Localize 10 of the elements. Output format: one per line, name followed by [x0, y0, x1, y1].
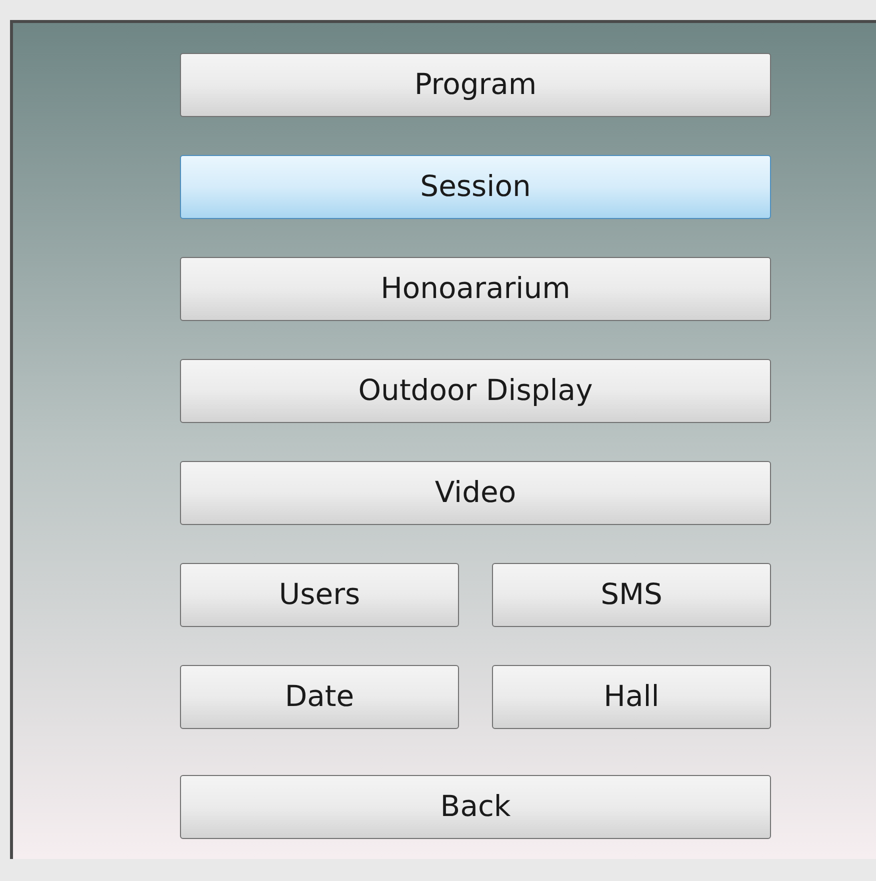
menu-button[interactable]: Users: [180, 563, 459, 627]
menu-button[interactable]: Outdoor Display: [180, 359, 771, 423]
menu-button[interactable]: Hall: [492, 665, 771, 729]
menu-button[interactable]: Program: [180, 53, 771, 117]
menu-button[interactable]: Date: [180, 665, 459, 729]
menu-button[interactable]: SMS: [492, 563, 771, 627]
menu-button[interactable]: Honoararium: [180, 257, 771, 321]
menu-button[interactable]: Back: [180, 775, 771, 839]
menu-button[interactable]: Video: [180, 461, 771, 525]
menu-button[interactable]: Session: [180, 155, 771, 219]
